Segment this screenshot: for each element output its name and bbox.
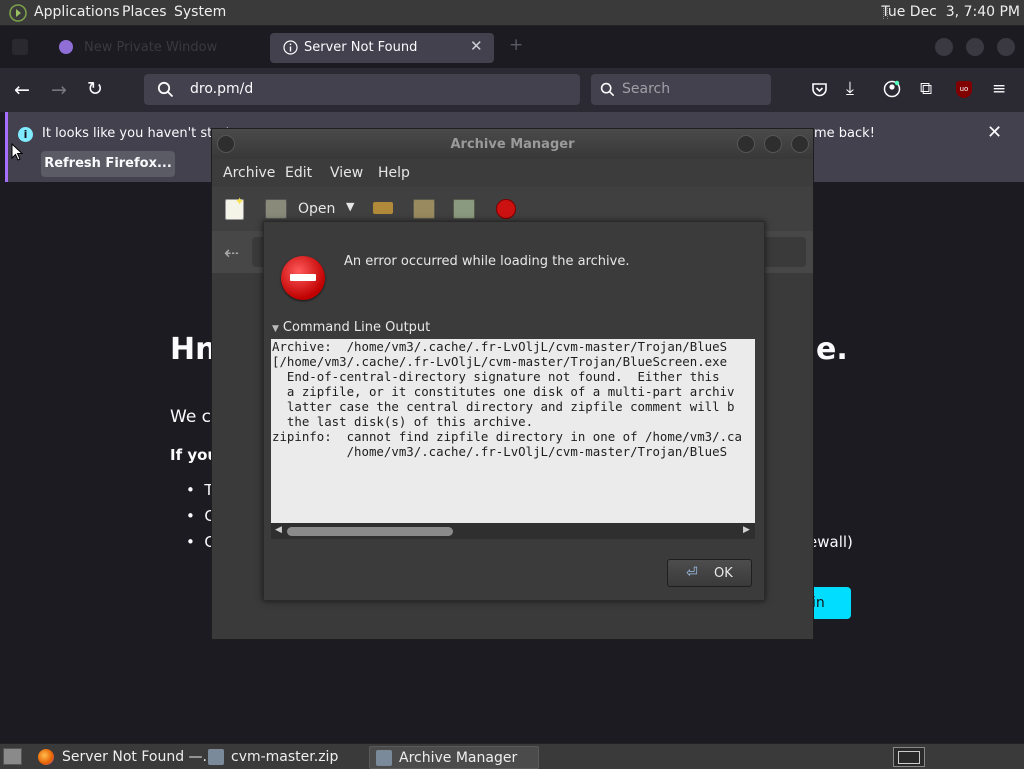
- task-firefox[interactable]: Server Not Found —...: [32, 746, 216, 767]
- page-heading-fragment-end: e.: [816, 332, 848, 367]
- panel-clock[interactable]: Tue Dec 3, 7:40 PM: [881, 4, 1020, 20]
- menu-help[interactable]: Help: [378, 165, 410, 181]
- tab-inactive[interactable]: New Private Window: [52, 32, 252, 62]
- search-placeholder[interactable]: Search: [622, 81, 670, 97]
- account-icon[interactable]: [883, 80, 901, 98]
- archive-manager-menubar: Archive Edit View Help: [212, 159, 813, 187]
- pocket-icon[interactable]: [811, 81, 828, 98]
- workspace-switcher[interactable]: [893, 747, 925, 767]
- info-icon: [283, 40, 298, 55]
- downloads-icon[interactable]: ⤓: [846, 78, 854, 99]
- am-maximize-button[interactable]: [764, 135, 782, 153]
- search-icon: [157, 81, 174, 98]
- forward-icon[interactable]: →: [51, 79, 73, 101]
- menu-applications[interactable]: Applications: [34, 4, 120, 20]
- page-heading-fragment: Hn: [170, 332, 217, 367]
- task-label: Server Not Found —...: [62, 749, 216, 765]
- output-line: the last disk(s) of this archive.: [272, 414, 534, 429]
- expander-label: Command Line Output: [282, 320, 431, 335]
- expander-arrow-icon[interactable]: ▼: [272, 324, 279, 334]
- menu-hamburger-icon[interactable]: ≡: [992, 79, 1006, 99]
- tab-active-label: Server Not Found: [304, 40, 418, 55]
- mouse-cursor-icon: [11, 143, 23, 161]
- output-line: /home/vm3/.cache/.fr-LvOljL/cvm-master/T…: [272, 444, 728, 459]
- output-line: a zipfile, or it constitutes one disk of…: [272, 384, 735, 399]
- open-dropdown-icon[interactable]: ▼: [346, 200, 354, 213]
- stop-icon[interactable]: [496, 199, 516, 219]
- menu-system[interactable]: System: [174, 4, 226, 20]
- menu-places[interactable]: Places: [122, 4, 167, 20]
- ok-label: OK: [714, 566, 733, 581]
- refresh-firefox-button[interactable]: Refresh Firefox...: [41, 151, 175, 177]
- task-label: cvm-master.zip: [231, 749, 339, 765]
- minimize-button[interactable]: [935, 38, 953, 56]
- new-archive-icon[interactable]: ✦: [225, 195, 244, 220]
- am-minimize-button[interactable]: [737, 135, 755, 153]
- show-desktop-icon[interactable]: [3, 748, 22, 765]
- command-line-output-expander[interactable]: ▼ Command Line Output: [272, 320, 430, 335]
- private-browsing-icon: [59, 40, 73, 54]
- archive-manager-title: Archive Manager: [450, 137, 575, 152]
- archive-icon: [208, 749, 224, 765]
- tab-inactive-label: New Private Window: [84, 40, 218, 55]
- scrollbar-thumb[interactable]: [287, 527, 453, 536]
- back-icon[interactable]: ←: [14, 79, 36, 101]
- add-files-icon[interactable]: [413, 199, 435, 219]
- ok-button[interactable]: ⏎ OK: [667, 559, 752, 587]
- am-close-button[interactable]: [791, 135, 809, 153]
- output-line: Archive: /home/vm3/.cache/.fr-LvOljL/cvm…: [272, 339, 728, 354]
- search-bar-icon: [600, 82, 615, 97]
- command-output-textview[interactable]: Archive: /home/vm3/.cache/.fr-LvOljL/cvm…: [271, 339, 755, 523]
- firefox-icon: [38, 749, 54, 765]
- close-window-button[interactable]: [997, 38, 1015, 56]
- task-archive-manager[interactable]: Archive Manager: [369, 746, 539, 769]
- back-arrow-icon[interactable]: ⇠: [224, 243, 239, 264]
- open-button[interactable]: Open: [298, 201, 335, 217]
- archive-manager-titlebar[interactable]: Archive Manager: [212, 129, 813, 159]
- menu-view[interactable]: View: [330, 165, 363, 181]
- archive-icon: [376, 750, 392, 766]
- maximize-button[interactable]: [966, 38, 984, 56]
- output-line: [/home/vm3/.cache/.fr-LvOljL/cvm-master/…: [272, 354, 728, 369]
- extract-icon[interactable]: [373, 202, 393, 214]
- gnome-foot-icon[interactable]: [9, 4, 27, 22]
- task-cvm-master-zip[interactable]: cvm-master.zip: [204, 746, 364, 767]
- menu-edit[interactable]: Edit: [285, 165, 312, 181]
- notification-text-end: me back!: [814, 126, 875, 141]
- page-text-fragment-end: ewall): [808, 533, 853, 551]
- extensions-icon[interactable]: ⧉: [920, 79, 932, 99]
- output-line: latter case the central directory and zi…: [272, 399, 735, 414]
- tab-close-icon[interactable]: ✕: [470, 37, 483, 55]
- notification-text: It looks like you haven't start: [42, 126, 231, 141]
- add-folder-icon[interactable]: [453, 199, 475, 219]
- open-archive-icon[interactable]: [265, 199, 287, 219]
- error-icon: [281, 256, 325, 300]
- menu-archive[interactable]: Archive: [223, 165, 275, 181]
- top-panel: Applications Places System Tue Dec 3, 7:…: [0, 0, 1024, 26]
- error-message: An error occurred while loading the arch…: [344, 254, 630, 269]
- ok-return-icon: ⏎: [686, 565, 698, 581]
- search-bar[interactable]: [591, 74, 771, 105]
- notification-close-icon[interactable]: ✕: [987, 122, 1002, 143]
- ublock-icon[interactable]: uo: [956, 81, 972, 98]
- error-dialog: An error occurred while loading the arch…: [263, 221, 765, 601]
- task-label: Archive Manager: [399, 750, 518, 766]
- tab-overview-icon: [12, 39, 28, 55]
- new-tab-icon[interactable]: +: [509, 35, 523, 55]
- scroll-left-icon[interactable]: ◀: [275, 525, 282, 535]
- output-line: zipinfo: cannot find zipfile directory i…: [272, 429, 742, 444]
- bottom-taskbar: Server Not Found —... cvm-master.zip Arc…: [0, 743, 1024, 769]
- scroll-right-icon[interactable]: ▶: [743, 525, 750, 535]
- reload-icon[interactable]: ↻: [87, 78, 109, 100]
- error-icon-bar: [290, 274, 316, 281]
- notification-info-icon: i: [18, 127, 33, 142]
- horizontal-scrollbar[interactable]: ◀ ▶: [271, 523, 755, 539]
- url-text[interactable]: dro.pm/d: [190, 81, 253, 97]
- output-line: End-of-central-directory signature not f…: [272, 369, 720, 384]
